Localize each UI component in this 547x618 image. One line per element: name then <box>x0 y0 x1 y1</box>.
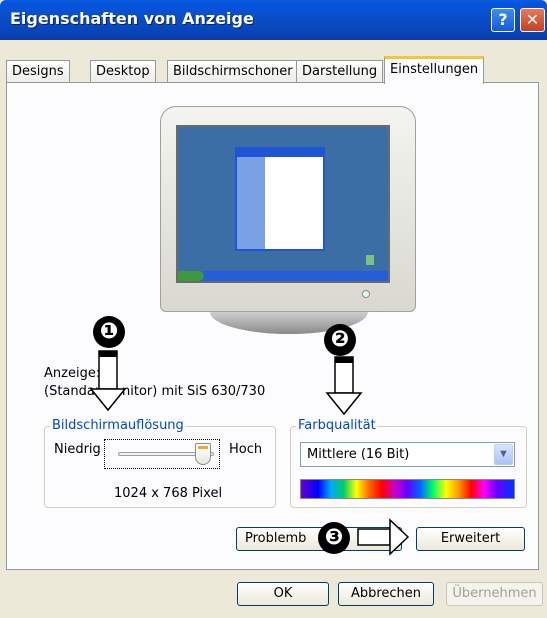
display-device-suffix: nitor) mit SiS 630/730 <box>122 384 266 399</box>
right-arrow-3 <box>357 518 410 556</box>
apply-button[interactable]: Übernehmen <box>446 582 543 606</box>
chevron-down-icon[interactable]: ▼ <box>494 444 513 465</box>
tab-bildschirmschoner[interactable]: Bildschirmschoner <box>167 60 299 83</box>
tab-designs[interactable]: Designs <box>6 60 70 83</box>
callout-marker-1: ❶ <box>93 316 125 348</box>
down-arrow-2 <box>325 356 363 416</box>
screen-start-button-graphic <box>178 271 204 281</box>
callout-marker-3: ❸ <box>318 522 350 554</box>
recycle-bin-icon <box>366 255 374 265</box>
tab-einstellungen[interactable]: Einstellungen <box>384 56 485 84</box>
tab-desktop[interactable]: Desktop <box>90 60 156 83</box>
down-arrow-1 <box>89 350 127 412</box>
screen-window-graphic <box>235 147 325 251</box>
ok-button[interactable]: OK <box>237 582 329 606</box>
resolution-slider-thumb[interactable] <box>195 443 211 465</box>
resolution-high-label: Hoch <box>229 442 263 457</box>
close-button[interactable]: ✕ <box>520 8 545 32</box>
tab-darstellung[interactable]: Darstellung <box>296 60 384 83</box>
title-bar: Eigenschaften von Anzeige ? ✕ <box>0 0 547 40</box>
power-led-icon <box>362 290 370 298</box>
color-spectrum-preview <box>300 479 515 499</box>
color-quality-group-title: Farbqualität <box>296 418 378 433</box>
cancel-button[interactable]: Abbrechen <box>338 582 434 606</box>
resolution-low-label: Niedrig <box>54 442 101 457</box>
advanced-button[interactable]: Erweitert <box>416 527 525 551</box>
callout-marker-2: ❷ <box>324 324 356 356</box>
help-button[interactable]: ? <box>491 8 515 32</box>
screen-taskbar-graphic <box>178 271 388 281</box>
color-quality-selected: Mittlere (16 Bit) <box>307 447 410 462</box>
resolution-value: 1024 x 768 Pixel <box>114 486 223 501</box>
resolution-group-title: Bildschirmauflösung <box>50 418 186 433</box>
window-title: Eigenschaften von Anzeige <box>10 9 254 28</box>
color-quality-select[interactable]: Mittlere (16 Bit) ▼ <box>300 442 515 467</box>
troubleshoot-label-start: Problemb <box>245 531 307 546</box>
monitor-screen <box>176 125 390 283</box>
